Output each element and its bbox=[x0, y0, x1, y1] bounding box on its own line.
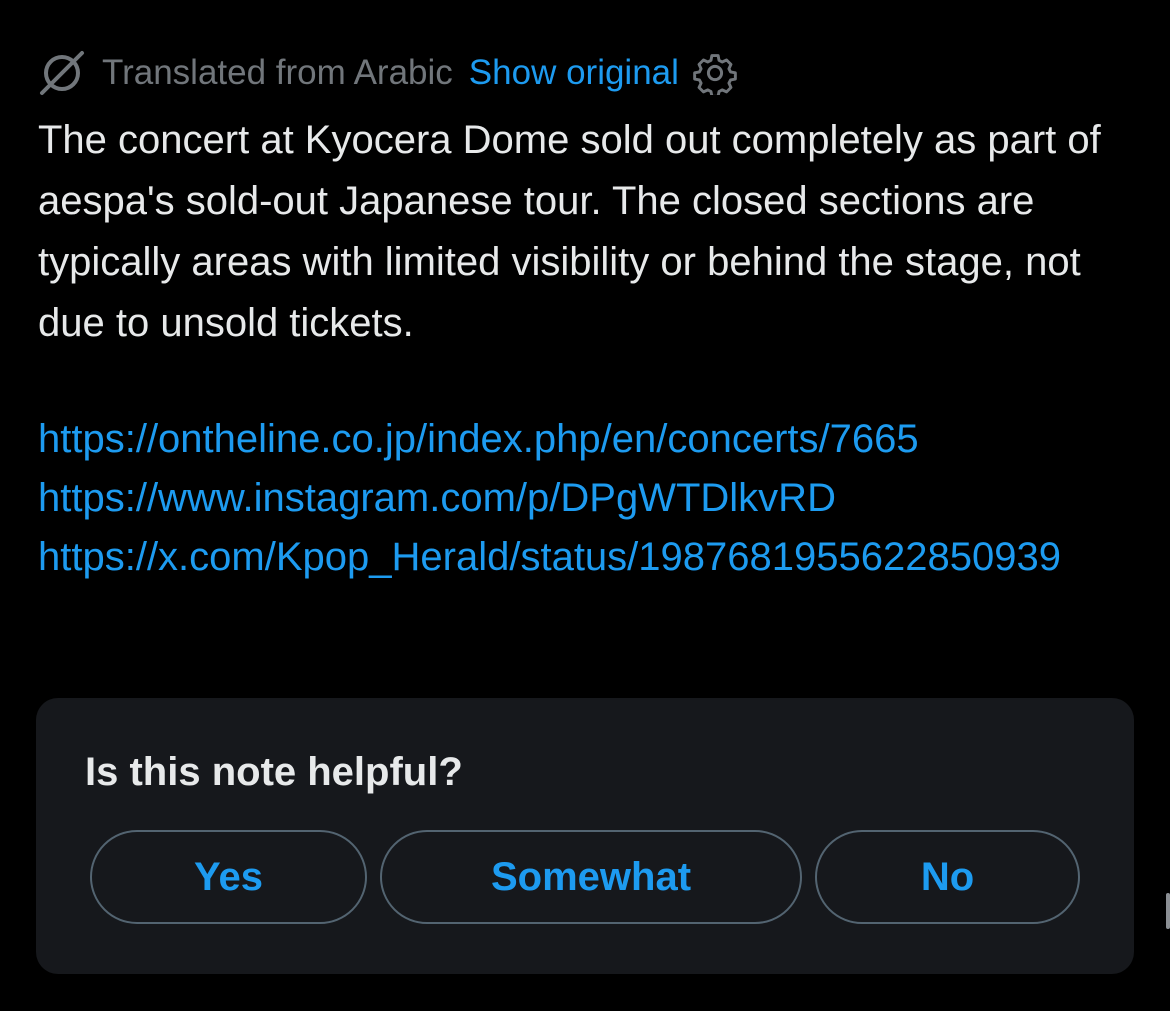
somewhat-button[interactable]: Somewhat bbox=[380, 830, 802, 924]
show-original-link[interactable]: Show original bbox=[469, 53, 679, 93]
no-button[interactable]: No bbox=[815, 830, 1080, 924]
gear-icon[interactable] bbox=[693, 51, 737, 95]
helpfulness-question: Is this note helpful? bbox=[85, 750, 463, 794]
helpfulness-card: Is this note helpful? Yes Somewhat No bbox=[36, 698, 1134, 974]
source-link-x-status[interactable]: https://x.com/Kpop_Herald/status/1987681… bbox=[38, 528, 1148, 587]
source-link-ontheline[interactable]: https://ontheline.co.jp/index.php/en/con… bbox=[38, 410, 1148, 469]
translate-slash-icon bbox=[38, 49, 86, 97]
translated-from-label: Translated from Arabic bbox=[102, 53, 453, 92]
translation-bar: Translated from Arabic Show original bbox=[38, 50, 737, 96]
source-links: https://ontheline.co.jp/index.php/en/con… bbox=[38, 410, 1148, 587]
note-paragraph: The concert at Kyocera Dome sold out com… bbox=[38, 118, 1101, 345]
note-text: The concert at Kyocera Dome sold out com… bbox=[38, 110, 1148, 354]
yes-button[interactable]: Yes bbox=[90, 830, 367, 924]
scrollbar-thumb[interactable] bbox=[1166, 893, 1170, 929]
source-link-instagram[interactable]: https://www.instagram.com/p/DPgWTDlkvRD bbox=[38, 469, 1148, 528]
